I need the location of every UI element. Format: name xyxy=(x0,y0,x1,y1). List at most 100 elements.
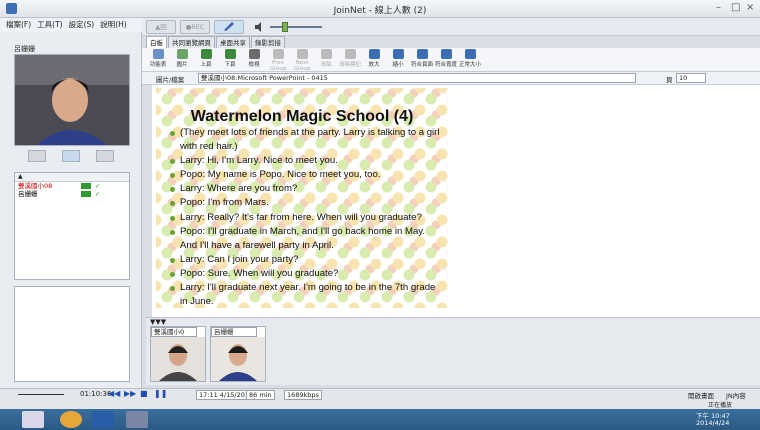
video-person-image xyxy=(15,55,129,145)
os-taskbar: 下午 10:47 2014/4/24 xyxy=(0,409,760,430)
file-select[interactable]: 雙溪國小08:Microsoft PowerPoint - 0415 xyxy=(198,73,636,83)
tab-cobrowse[interactable]: 共同瀏覽網頁 xyxy=(168,36,215,48)
ribbon-icon xyxy=(320,49,332,59)
ribbon-button-6[interactable]: Next Group xyxy=(290,49,314,72)
volume-thumb[interactable] xyxy=(282,22,288,32)
ribbon-label: 功能表 xyxy=(149,62,167,68)
ribbon-button-1[interactable]: 圖片 xyxy=(170,49,194,68)
speaker-icon[interactable] xyxy=(254,22,266,32)
video-owner-label: 呂姗姗 xyxy=(14,45,35,53)
mail-icon[interactable] xyxy=(22,411,44,428)
menu-file[interactable]: 檔案(F) xyxy=(6,18,31,32)
chat-panel[interactable] xyxy=(14,286,130,382)
ribbon-label: 清除 xyxy=(320,62,332,68)
slide-line: Larry: Hi, I'm Larry. Nice to meet you. xyxy=(168,154,444,168)
ribbon-label: 正常大小 xyxy=(458,62,481,68)
playback-bar: 01:10:36 ◀◀ ▶▶ ■ ❚❚ 17:11 4/15/2014 86 m… xyxy=(0,388,760,400)
video-panel-1: 雙溪國小0 xyxy=(150,326,206,382)
tab-bar: 白板 共同瀏覽網頁 桌面共享 錄影剪接 xyxy=(146,36,286,48)
fast-forward-button[interactable]: ▶▶ xyxy=(124,389,136,398)
ribbon-icon xyxy=(368,49,380,59)
mute-button[interactable] xyxy=(96,150,114,162)
slide-line: (They meet lots of friends at the party.… xyxy=(168,126,444,154)
video-source-select-2[interactable]: 呂姗姗 xyxy=(211,327,257,337)
video-thumb-2 xyxy=(211,337,265,381)
title-bar: JoinNet - 線上人數 (2) – □ × xyxy=(0,0,760,18)
tab-desktop-share[interactable]: 桌面共享 xyxy=(216,36,250,48)
playing-status: 正在播放 xyxy=(708,402,733,409)
slide-line: Popo: I'm from Mars. xyxy=(168,196,444,210)
file-row: 圖片/檔案 雙溪國小08:Microsoft PowerPoint - 0415… xyxy=(142,72,760,85)
status-open-screen[interactable]: 開啟畫面 xyxy=(688,390,714,400)
video-thumb-1 xyxy=(151,337,205,381)
raise-hand-button[interactable]: ▲回 xyxy=(146,20,176,34)
collapse-arrows[interactable]: ▼▼▼ xyxy=(150,318,166,326)
ribbon-icon xyxy=(392,49,404,59)
rewind-button[interactable]: ◀◀ xyxy=(108,389,120,398)
slide-body: (They meet lots of friends at the party.… xyxy=(168,126,444,308)
ribbon-icon xyxy=(464,49,476,59)
slide: Watermelon Magic School (4) (They meet l… xyxy=(156,88,448,308)
volume-slider[interactable] xyxy=(270,26,322,28)
ribbon-button-5[interactable]: Prev Group xyxy=(266,49,290,72)
joinnet-icon[interactable] xyxy=(126,411,148,428)
ribbon-label: Prev Group xyxy=(269,60,287,72)
participant-list-header: ▲ xyxy=(15,173,129,182)
ribbon-button-3[interactable]: 下頁 xyxy=(218,49,242,68)
status-jn-content[interactable]: JN內容 xyxy=(726,390,746,400)
ribbon-button-11[interactable]: 符合頁面 xyxy=(410,49,434,68)
record-button[interactable]: ●REC xyxy=(180,20,210,34)
slide-line: Popo: My name is Popo. Nice to meet you,… xyxy=(168,168,444,182)
whiteboard-toolbar: 功能表 圖片 上頁 下頁 檢視 Prev Group Next Group 清除 清除標記 放大 縮… xyxy=(142,48,760,72)
tab-whiteboard[interactable]: 白板 xyxy=(146,36,167,48)
pause-button[interactable]: ❚❚ xyxy=(154,389,167,398)
ribbon-label: 下頁 xyxy=(224,62,236,68)
ribbon-icon xyxy=(416,49,428,59)
ribbon-button-9[interactable]: 放大 xyxy=(362,49,386,68)
ribbon-icon xyxy=(296,49,308,59)
ribbon-button-7[interactable]: 清除 xyxy=(314,49,338,68)
ribbon-button-4[interactable]: 檢視 xyxy=(242,49,266,68)
close-button[interactable]: × xyxy=(746,2,754,13)
audio-meter-icon xyxy=(81,183,91,189)
local-video xyxy=(14,54,130,146)
ribbon-button-0[interactable]: 功能表 xyxy=(146,49,170,68)
ribbon-label: 圖片 xyxy=(176,62,188,68)
pen-button[interactable] xyxy=(214,20,244,34)
participant-name: 雙溪國小08 xyxy=(18,182,53,190)
ribbon-label: 縮小 xyxy=(392,62,404,68)
page-select[interactable]: 10 xyxy=(676,73,706,83)
minimize-button[interactable]: – xyxy=(716,2,721,13)
ribbon-button-10[interactable]: 縮小 xyxy=(386,49,410,68)
audio-meter-icon xyxy=(81,191,91,197)
ribbon-icon xyxy=(440,49,452,59)
participant-name: 呂姗姗 xyxy=(18,190,38,198)
word-icon[interactable] xyxy=(92,411,114,428)
ribbon-button-12[interactable]: 符合寬度 xyxy=(434,49,458,68)
menu-settings[interactable]: 設定(S) xyxy=(69,18,95,32)
playback-slider[interactable] xyxy=(18,394,64,395)
ribbon-label: Next Group xyxy=(293,60,311,72)
file-label: 圖片/檔案 xyxy=(156,76,185,84)
video-panel-2: 呂姗姗 xyxy=(210,326,266,382)
ribbon-button-8[interactable]: 清除標記 xyxy=(338,49,362,68)
tab-recording-edit[interactable]: 錄影剪接 xyxy=(251,36,285,48)
participant-row[interactable]: 呂姗姗 ✓ xyxy=(15,190,129,198)
cam-button[interactable] xyxy=(28,150,46,162)
menu-help[interactable]: 說明(H) xyxy=(100,18,127,32)
stop-button[interactable]: ■ xyxy=(140,389,148,398)
slide-title: Watermelon Magic School (4) xyxy=(190,108,414,125)
video-source-select-1[interactable]: 雙溪國小0 xyxy=(151,327,197,337)
participant-list: ▲ 雙溪國小08 ✓ 呂姗姗 ✓ xyxy=(14,172,130,280)
restore-button[interactable]: □ xyxy=(731,2,740,13)
menu-tools[interactable]: 工具(T) xyxy=(37,18,62,32)
layout-button[interactable] xyxy=(62,150,80,162)
participant-row[interactable]: 雙溪國小08 ✓ xyxy=(15,182,129,190)
pen-icon xyxy=(224,22,234,31)
slide-line: Larry: Where are you from? xyxy=(168,182,444,196)
window-title: JoinNet - 線上人數 (2) xyxy=(333,6,427,16)
browser-icon[interactable] xyxy=(60,411,82,428)
ribbon-icon xyxy=(176,49,188,59)
ribbon-button-13[interactable]: 正常大小 xyxy=(458,49,482,68)
ribbon-button-2[interactable]: 上頁 xyxy=(194,49,218,68)
